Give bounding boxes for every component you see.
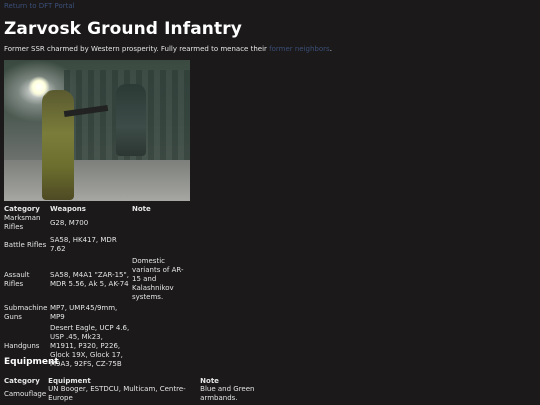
weapon-category: Marksman Rifles	[4, 214, 41, 231]
infantry-photo	[4, 60, 190, 201]
page-title: Zarvosk Ground Infantry	[4, 19, 242, 39]
equipment-header-row: Category Equipment Note	[4, 376, 260, 385]
table-row: Battle Rifles SA58, HK417, MDR 7.62	[4, 233, 188, 257]
weapon-category: Submachine Guns	[4, 304, 48, 321]
former-neighbors-link[interactable]: former neighbors	[269, 45, 330, 53]
weapons-header-row: Category Weapons Note	[4, 204, 188, 213]
equipment-table: Category Equipment Note Camouflage UN Bo…	[4, 376, 260, 403]
weapon-list: SA58, M4A1 "ZAR-15", MDR 5.56, Ak 5, AK-…	[50, 270, 129, 288]
weapon-category: Assault Rifles	[4, 270, 30, 288]
weapon-list: Desert Eagle, UCP 4.6, USP .45, Mk23, M1…	[50, 324, 130, 368]
photo-muzzle-flash	[28, 76, 50, 98]
table-row: Assault Rifles SA58, M4A1 "ZAR-15", MDR …	[4, 257, 188, 302]
table-row: Marksman Rifles G28, M700	[4, 213, 188, 233]
weapon-note	[132, 302, 188, 324]
weapon-list: MP7, UMP.45/9mm, MP9	[50, 304, 118, 321]
weapon-list: SA58, HK417, MDR 7.62	[50, 236, 117, 253]
equipment-category: Camouflage	[4, 389, 47, 398]
photo-floor	[4, 160, 190, 201]
intro-paragraph: Former SSR charmed by Western prosperity…	[4, 45, 332, 53]
table-row: Submachine Guns MP7, UMP.45/9mm, MP9	[4, 302, 188, 324]
back-to-portal-link[interactable]: Return to DFT Portal	[4, 2, 75, 10]
weapon-note	[132, 233, 188, 257]
equipment-heading: Equipment	[4, 357, 59, 367]
table-row: Camouflage UN Booger, ESTDCU, Multicam, …	[4, 385, 260, 403]
equipment-list: UN Booger, ESTDCU, Multicam, Centre-Euro…	[48, 385, 186, 402]
equipment-header-equipment: Equipment	[48, 376, 91, 385]
weapon-list: G28, M700	[50, 218, 89, 227]
weapon-note: Domestic variants of AR-15 and Kalashnik…	[132, 257, 184, 301]
photo-soldier-background	[116, 84, 146, 156]
weapons-header-note: Note	[132, 204, 151, 213]
equipment-header-note: Note	[200, 376, 219, 385]
weapon-category: Battle Rifles	[4, 240, 47, 249]
weapons-header-category: Category	[4, 204, 40, 213]
equipment-header-category: Category	[4, 376, 40, 385]
weapons-table: Category Weapons Note Marksman Rifles G2…	[4, 204, 188, 369]
weapon-note	[132, 324, 188, 369]
intro-text: Former SSR charmed by Western prosperity…	[4, 45, 270, 53]
intro-end: .	[329, 45, 332, 53]
equipment-note: Blue and Green armbands.	[200, 385, 255, 402]
photo-soldier-foreground	[42, 90, 74, 200]
weapon-note	[132, 213, 188, 233]
weapons-header-weapons: Weapons	[50, 204, 86, 213]
